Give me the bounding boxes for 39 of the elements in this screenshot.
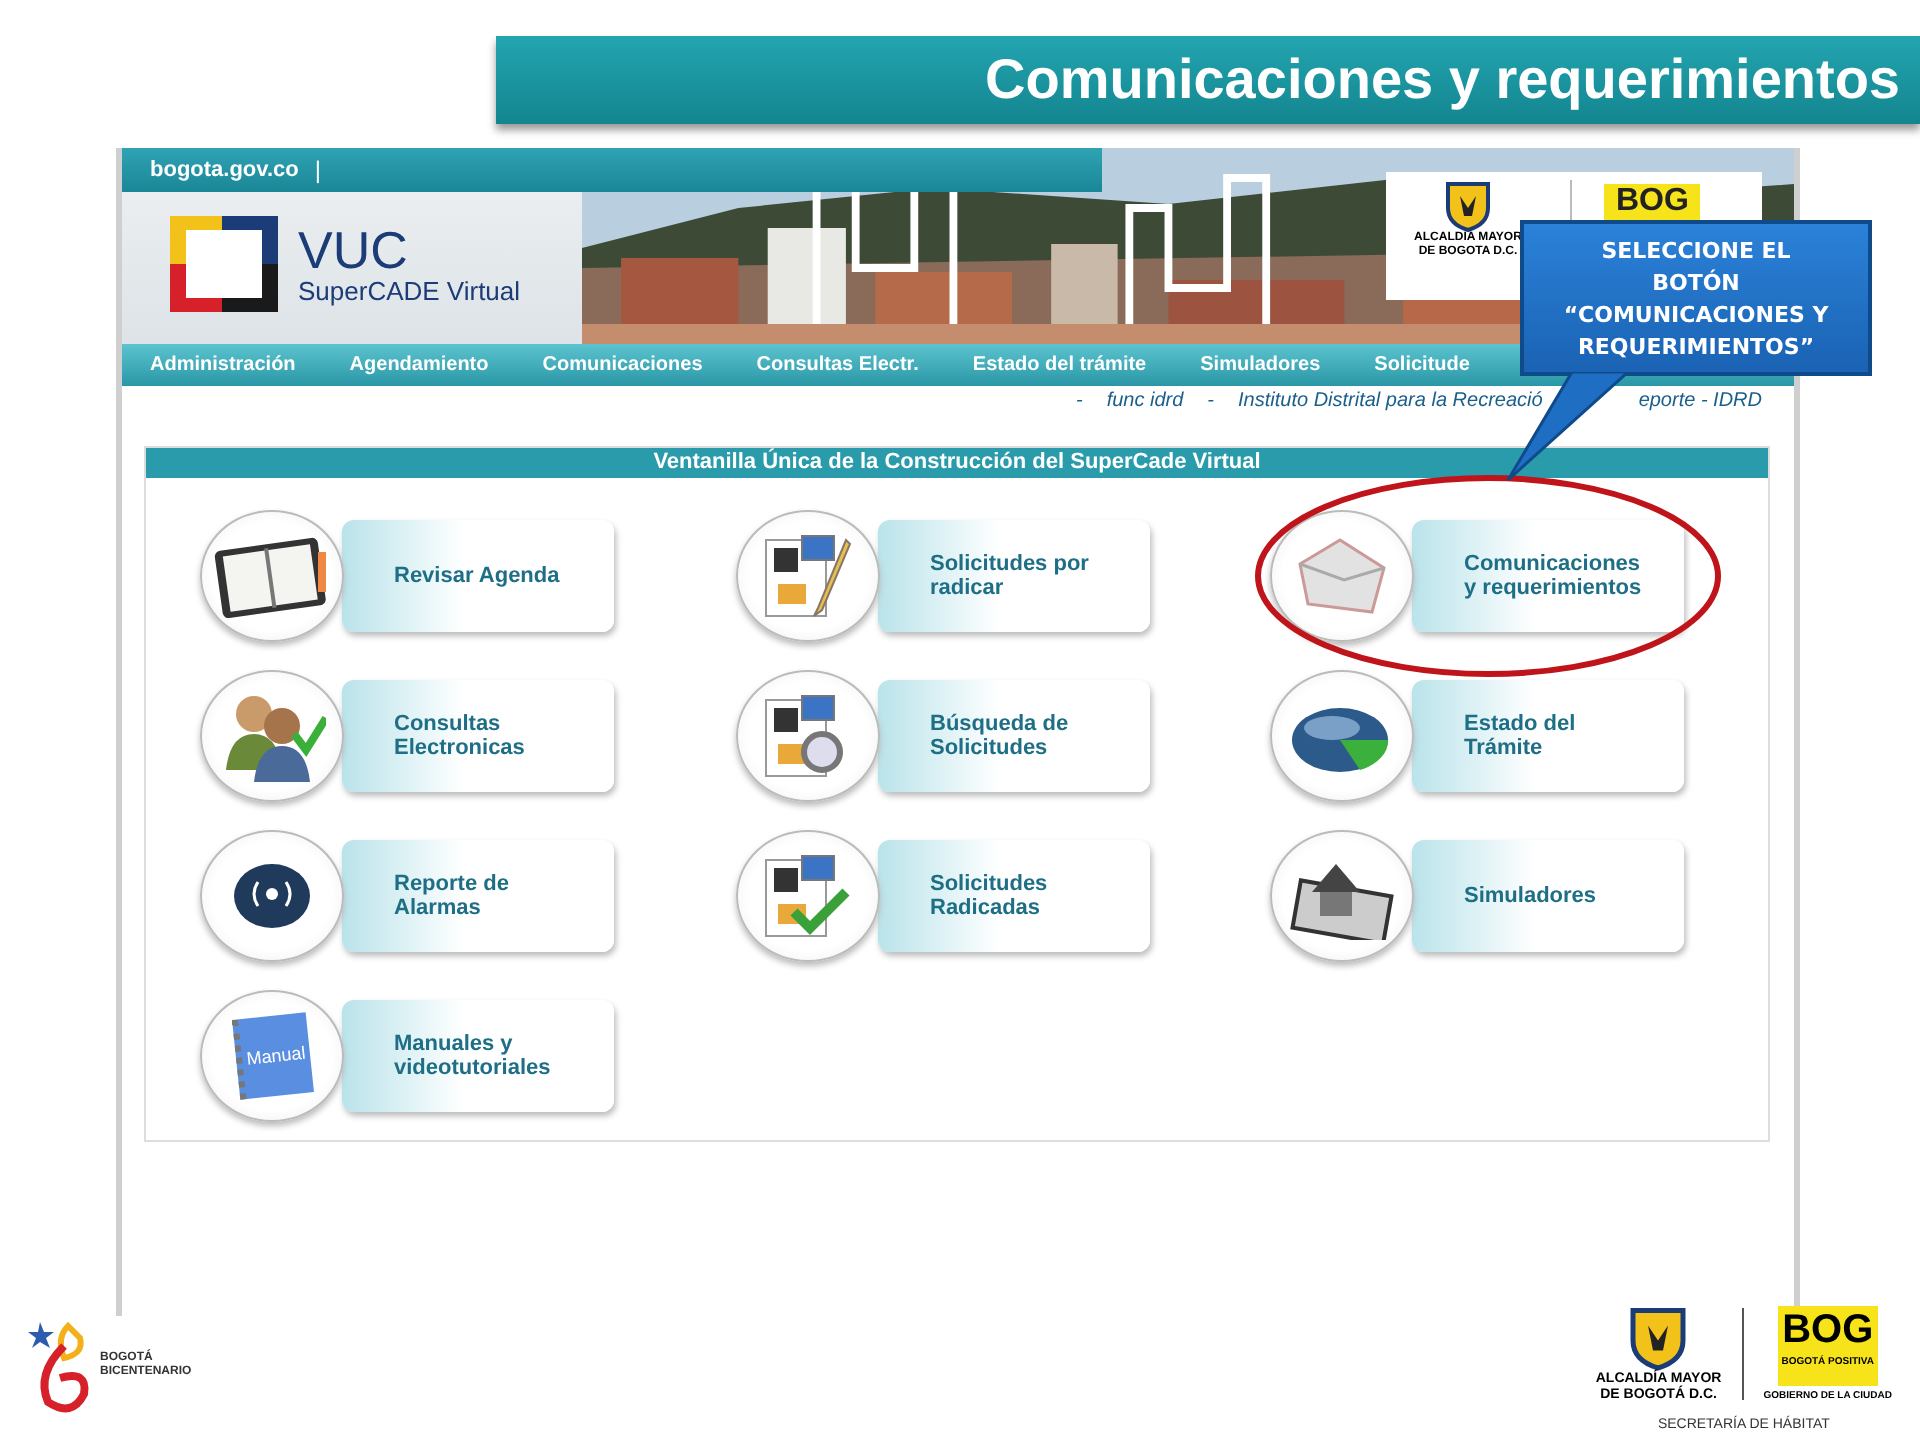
coat-of-arms-icon — [1628, 1303, 1689, 1372]
sub-link[interactable]: - — [1207, 389, 1215, 411]
sub-link[interactable]: - — [1075, 389, 1083, 411]
brand-logo: BOG — [1604, 184, 1701, 220]
menu-button[interactable]: Búsqueda de Solicitudes — [878, 680, 1150, 792]
menu-button[interactable]: Comunicaciones y requerimientos — [1412, 520, 1684, 632]
alarm-icon — [232, 860, 312, 932]
icon-circle[interactable] — [1270, 670, 1414, 802]
icon-circle[interactable] — [200, 830, 344, 962]
site-link[interactable]: bogota.gov.co — [150, 158, 299, 182]
squares-logo-icon — [166, 212, 282, 316]
panel-title: Ventanilla Única de la Construcción del SuperCade Virtual — [146, 448, 1768, 478]
sub-link[interactable]: eporte - IDRD — [1638, 389, 1762, 411]
icon-circle[interactable] — [736, 830, 880, 962]
icon-circle[interactable] — [736, 510, 880, 642]
icon-circle[interactable] — [200, 510, 344, 642]
menu-button[interactable]: Simuladores — [1412, 840, 1684, 952]
menu-button[interactable]: Manuales y videotutoriales — [342, 1000, 614, 1112]
icon-circle[interactable] — [1270, 510, 1414, 642]
menu-button[interactable]: Reporte de Alarmas — [342, 840, 614, 952]
sub-link[interactable]: Instituto Distrital para la Recreació — [1238, 389, 1543, 411]
menu-button[interactable]: Consultas Electronicas — [342, 680, 614, 792]
icon-circle[interactable]: Manual — [200, 990, 344, 1122]
divider-mark: | — [314, 156, 321, 184]
manual-book-icon: Manual — [231, 1012, 313, 1100]
brand-name: BOG — [1782, 1305, 1874, 1354]
icon-circle[interactable] — [1270, 830, 1414, 962]
coat-of-arms-icon — [1444, 180, 1492, 232]
sub-link[interactable]: func idrd — [1106, 389, 1184, 411]
logo-subtitle: SuperCADE Virtual — [298, 275, 521, 305]
menu-button[interactable]: Revisar Agenda — [342, 520, 614, 632]
menu-button[interactable]: Solicitudes por radicar — [878, 520, 1150, 632]
menu-button[interactable]: Estado del Trámite — [1412, 680, 1684, 792]
icon-circle[interactable] — [736, 670, 880, 802]
callout: SELECCIONE EL BOTÓN “COMUNICACIONES Y REQUERIMIENTOS” — [1520, 220, 1872, 376]
menu-button[interactable]: Solicitudes Radicadas — [878, 840, 1150, 952]
logo-title: VUC — [298, 223, 410, 275]
icon-circle[interactable] — [200, 670, 344, 802]
slide-title: Comunicaciones y requerimientos — [496, 36, 1920, 124]
